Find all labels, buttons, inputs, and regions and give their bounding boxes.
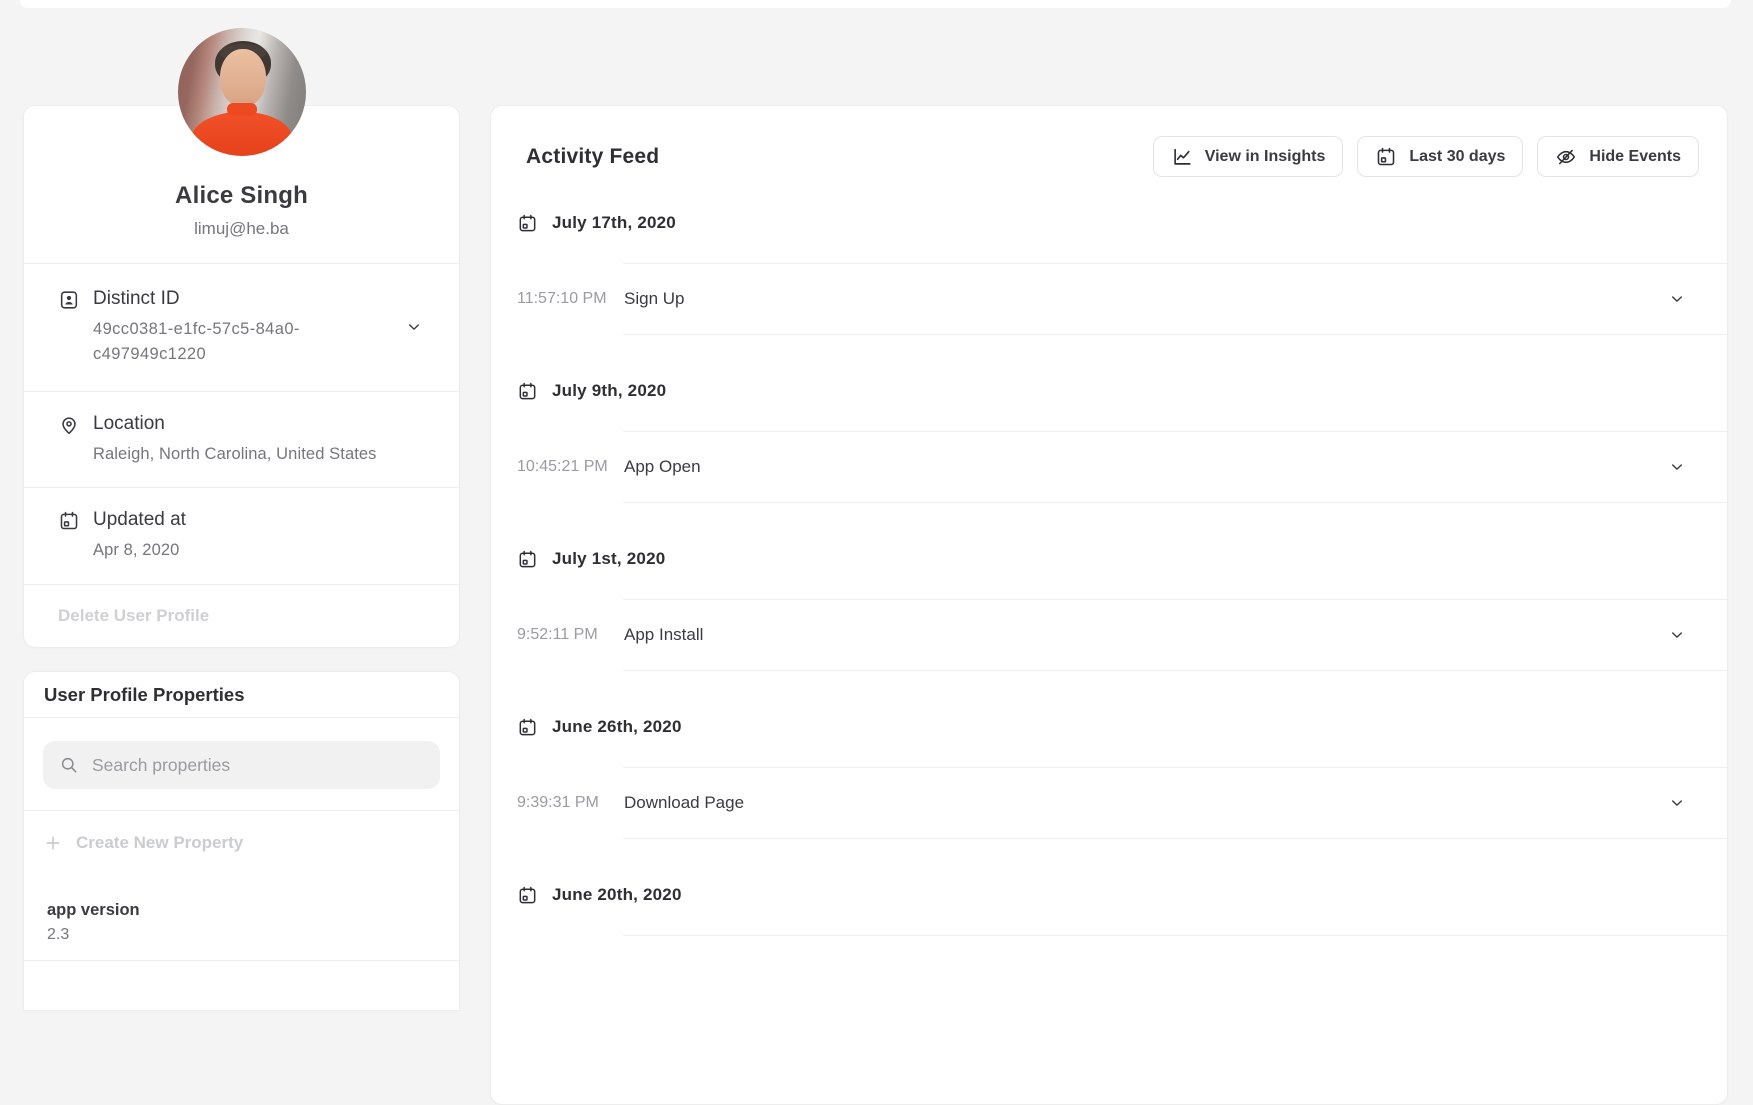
calendar-icon <box>517 381 538 402</box>
calendar-icon <box>517 717 538 738</box>
activity-feed-header: Activity Feed View in Insights Last 30 d… <box>491 106 1727 177</box>
event-time: 9:52:11 PM <box>517 626 624 644</box>
distinct-id-value: 49cc0381-e1fc-57c5-84a0-c497949c1220 <box>93 317 333 367</box>
location-label: Location <box>93 413 377 435</box>
user-profile-properties-card: User Profile Properties Search propertie… <box>23 671 460 1011</box>
activity-feed-title: Activity Feed <box>526 145 1139 169</box>
updated-at-value: Apr 8, 2020 <box>93 538 186 563</box>
event-group: June 20th, 2020 <box>491 882 1727 936</box>
event-group: July 1st, 2020 9:52:11 PM App Install <box>491 546 1727 671</box>
eye-off-icon <box>1555 146 1577 168</box>
updated-at-row: Updated at Apr 8, 2020 <box>24 488 459 584</box>
distinct-id-row: Distinct ID 49cc0381-e1fc-57c5-84a0-c497… <box>24 264 459 391</box>
calendar-icon <box>58 510 80 532</box>
user-email: limuj@he.ba <box>40 219 443 239</box>
event-group: July 9th, 2020 10:45:21 PM App Open <box>491 378 1727 503</box>
calendar-icon <box>517 885 538 906</box>
view-in-insights-label: View in Insights <box>1205 148 1326 166</box>
activity-feed-card: Activity Feed View in Insights Last 30 d… <box>490 105 1728 1105</box>
property-value: 2.3 <box>47 926 439 944</box>
search-icon <box>59 755 79 775</box>
calendar-icon <box>517 213 538 234</box>
property-name: app version <box>47 901 439 920</box>
view-in-insights-button[interactable]: View in Insights <box>1153 136 1344 177</box>
chevron-down-icon[interactable] <box>1669 459 1685 475</box>
event-row[interactable]: 9:52:11 PM App Install <box>491 600 1727 670</box>
event-date-label: June 20th, 2020 <box>552 885 682 905</box>
search-placeholder: Search properties <box>92 755 230 776</box>
hide-events-label: Hide Events <box>1589 148 1681 166</box>
event-date-label: July 17th, 2020 <box>552 213 676 233</box>
event-date-label: July 1st, 2020 <box>552 549 665 569</box>
event-date-header: June 20th, 2020 <box>517 882 1727 908</box>
last-30-days-label: Last 30 days <box>1409 148 1505 166</box>
event-row[interactable]: 10:45:21 PM App Open <box>491 432 1727 502</box>
divider <box>623 838 1727 839</box>
event-group: July 17th, 2020 11:57:10 PM Sign Up <box>491 210 1727 335</box>
insights-chart-icon <box>1171 146 1193 168</box>
event-date-label: July 9th, 2020 <box>552 381 666 401</box>
id-badge-icon <box>58 289 80 311</box>
event-row[interactable]: 9:39:31 PM Download Page <box>491 768 1727 838</box>
user-name: Alice Singh <box>40 182 443 210</box>
profile-card: Alice Singh limuj@he.ba Distinct ID 49cc… <box>23 105 460 648</box>
plus-icon <box>44 834 62 852</box>
event-date-header: July 9th, 2020 <box>517 378 1727 404</box>
search-properties-input[interactable]: Search properties <box>43 741 440 789</box>
divider <box>623 670 1727 671</box>
property-item[interactable]: app version 2.3 <box>24 875 459 960</box>
distinct-id-label: Distinct ID <box>93 288 333 310</box>
updated-at-label: Updated at <box>93 509 186 531</box>
event-time: 10:45:21 PM <box>517 458 624 476</box>
chevron-down-icon[interactable] <box>1669 795 1685 811</box>
event-name: App Open <box>624 457 701 477</box>
event-date-header: July 1st, 2020 <box>517 546 1727 572</box>
calendar-icon <box>517 549 538 570</box>
chevron-down-icon[interactable] <box>1669 291 1685 307</box>
chevron-down-icon[interactable] <box>406 319 422 335</box>
delete-user-profile-button[interactable]: Delete User Profile <box>24 585 459 647</box>
divider <box>623 502 1727 503</box>
event-time: 9:39:31 PM <box>517 794 624 812</box>
hide-events-button[interactable]: Hide Events <box>1537 136 1699 177</box>
create-new-property-label: Create New Property <box>76 833 243 853</box>
calendar-icon <box>1375 146 1397 168</box>
activity-feed-body: July 17th, 2020 11:57:10 PM Sign Up July… <box>491 177 1727 936</box>
location-row: Location Raleigh, North Carolina, United… <box>24 392 459 488</box>
event-date-label: June 26th, 2020 <box>552 717 682 737</box>
event-name: App Install <box>624 625 703 645</box>
event-name: Download Page <box>624 793 744 813</box>
divider <box>623 334 1727 335</box>
event-date-header: June 26th, 2020 <box>517 714 1727 740</box>
user-profile-sidebar: Alice Singh limuj@he.ba Distinct ID 49cc… <box>23 0 460 1011</box>
user-avatar <box>178 28 306 156</box>
event-date-header: July 17th, 2020 <box>517 210 1727 236</box>
location-icon <box>58 414 80 436</box>
properties-title: User Profile Properties <box>24 672 459 717</box>
event-time: 11:57:10 PM <box>517 290 624 308</box>
event-group: June 26th, 2020 9:39:31 PM Download Page <box>491 714 1727 839</box>
event-name: Sign Up <box>624 289 684 309</box>
divider <box>24 960 459 961</box>
event-row[interactable]: 11:57:10 PM Sign Up <box>491 264 1727 334</box>
divider <box>623 935 1727 936</box>
create-new-property-button[interactable]: Create New Property <box>24 811 459 875</box>
chevron-down-icon[interactable] <box>1669 627 1685 643</box>
location-value: Raleigh, North Carolina, United States <box>93 442 377 467</box>
last-30-days-button[interactable]: Last 30 days <box>1357 136 1523 177</box>
